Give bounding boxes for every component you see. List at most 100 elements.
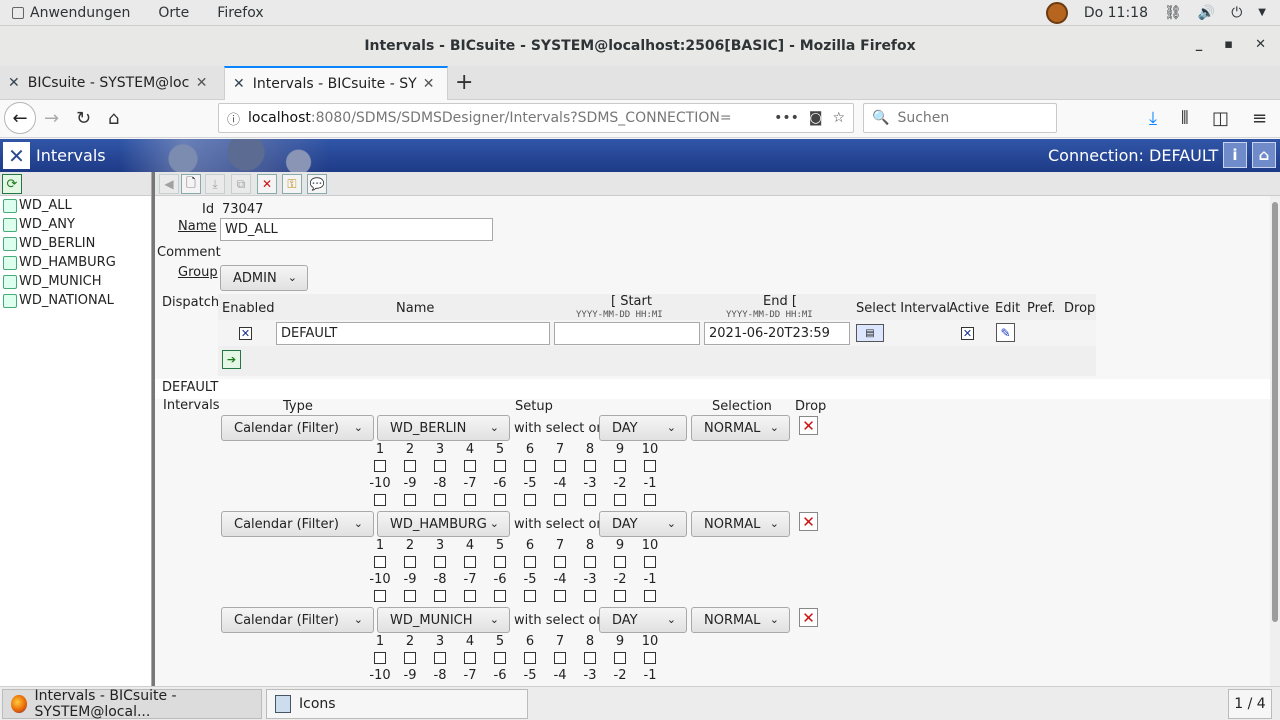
workspace-pager[interactable]: 1 / 4	[1228, 689, 1272, 719]
minimize-button[interactable]: _	[1196, 37, 1203, 52]
negative-position-checkbox[interactable]	[584, 590, 596, 602]
drop-interval-button[interactable]: ✕	[799, 512, 818, 531]
negative-position-checkbox[interactable]	[614, 590, 626, 602]
tree-item[interactable]: WD_MUNICH	[0, 272, 151, 291]
clock[interactable]: Do 11:18	[1084, 5, 1148, 21]
scrollbar-thumb[interactable]	[1272, 202, 1278, 622]
group-select[interactable]: ADMIN ⌄	[220, 265, 308, 291]
tree-item[interactable]: WD_BERLIN	[0, 234, 151, 253]
position-checkbox[interactable]	[374, 556, 386, 568]
position-checkbox[interactable]	[524, 556, 536, 568]
search-input[interactable]: 🔍 Suchen	[863, 103, 1057, 133]
position-checkbox[interactable]	[584, 460, 596, 472]
dispatch-name-field[interactable]: DEFAULT	[276, 322, 550, 345]
position-checkbox[interactable]	[374, 652, 386, 664]
back-button[interactable]: ←	[4, 102, 36, 134]
negative-position-checkbox[interactable]	[614, 494, 626, 506]
info-button[interactable]: i	[1223, 142, 1247, 168]
tree-item[interactable]: WD_ANY	[0, 215, 151, 234]
interval-unit-select[interactable]: DAY ⌄	[599, 415, 687, 441]
negative-position-checkbox[interactable]	[434, 590, 446, 602]
grant-button[interactable]: ⚿	[282, 174, 302, 194]
back-nav-button[interactable]: ◀	[159, 174, 179, 194]
places-menu[interactable]: Orte	[144, 5, 203, 21]
weather-icon[interactable]	[1045, 1, 1068, 24]
reload-button[interactable]: ↻	[76, 108, 91, 129]
position-checkbox[interactable]	[434, 652, 446, 664]
interval-selection-select[interactable]: NORMAL ⌄	[691, 607, 790, 633]
position-checkbox[interactable]	[614, 460, 626, 472]
position-checkbox[interactable]	[494, 556, 506, 568]
tree-item[interactable]: WD_ALL	[0, 196, 151, 215]
task-firefox[interactable]: Intervals - BICsuite - SYSTEM@local...	[2, 688, 262, 720]
drop-interval-button[interactable]: ✕	[799, 608, 818, 627]
negative-position-checkbox[interactable]	[644, 590, 656, 602]
position-checkbox[interactable]	[614, 556, 626, 568]
close-window-button[interactable]: ✕	[1255, 37, 1266, 52]
tab-intervals[interactable]: ✕ Intervals - BICsuite - SYSTEM@localhos…	[224, 66, 448, 100]
drop-interval-button[interactable]: ✕	[799, 416, 818, 435]
interval-type-select[interactable]: Calendar (Filter) ⌄	[221, 415, 374, 441]
position-checkbox[interactable]	[644, 460, 656, 472]
position-checkbox[interactable]	[404, 460, 416, 472]
negative-position-checkbox[interactable]	[494, 590, 506, 602]
position-checkbox[interactable]	[644, 652, 656, 664]
negative-position-checkbox[interactable]	[464, 590, 476, 602]
interval-type-select[interactable]: Calendar (Filter) ⌄	[221, 511, 374, 537]
edit-button[interactable]: ✎	[996, 323, 1015, 342]
position-checkbox[interactable]	[434, 460, 446, 472]
new-button[interactable]: 🗋	[181, 174, 201, 194]
dispatch-end-field[interactable]: 2021-06-20T23:59	[704, 322, 850, 345]
volume-icon[interactable]: 🔊	[1198, 5, 1215, 21]
position-checkbox[interactable]	[554, 652, 566, 664]
position-checkbox[interactable]	[464, 460, 476, 472]
pocket-icon[interactable]: ◙	[809, 110, 823, 126]
negative-position-checkbox[interactable]	[404, 494, 416, 506]
negative-position-checkbox[interactable]	[524, 590, 536, 602]
vertical-scrollbar[interactable]	[1270, 196, 1280, 686]
tab-close-icon[interactable]: ✕	[196, 75, 208, 91]
interval-selection-select[interactable]: NORMAL ⌄	[691, 415, 790, 441]
add-dispatch-button[interactable]: ➔	[222, 350, 241, 369]
interval-selection-select[interactable]: NORMAL ⌄	[691, 511, 790, 537]
tab-bicsuite[interactable]: ✕ BICsuite - SYSTEM@localhost ✕	[0, 66, 222, 100]
position-checkbox[interactable]	[374, 460, 386, 472]
negative-position-checkbox[interactable]	[464, 494, 476, 506]
position-checkbox[interactable]	[584, 652, 596, 664]
library-icon[interactable]: ⫴	[1181, 108, 1189, 129]
interval-type-select[interactable]: Calendar (Filter) ⌄	[221, 607, 374, 633]
tree-item[interactable]: WD_HAMBURG	[0, 253, 151, 272]
negative-position-checkbox[interactable]	[584, 494, 596, 506]
applications-menu[interactable]: Anwendungen	[0, 5, 144, 21]
position-checkbox[interactable]	[404, 652, 416, 664]
position-checkbox[interactable]	[434, 556, 446, 568]
interval-setup-select[interactable]: WD_HAMBURG ⌄	[377, 511, 510, 537]
tab-close-icon[interactable]: ✕	[423, 76, 435, 92]
firefox-menu[interactable]: Firefox	[203, 5, 277, 21]
home-button[interactable]: ⌂	[108, 108, 119, 129]
bookmark-star-icon[interactable]: ☆	[832, 110, 845, 126]
negative-position-checkbox[interactable]	[374, 494, 386, 506]
position-checkbox[interactable]	[404, 556, 416, 568]
negative-position-checkbox[interactable]	[524, 494, 536, 506]
enabled-checkbox[interactable]: ✕	[239, 327, 252, 340]
comment-button[interactable]: 💬	[307, 174, 327, 194]
refresh-button[interactable]: ⟳	[2, 174, 22, 194]
position-checkbox[interactable]	[584, 556, 596, 568]
dispatch-start-field[interactable]	[554, 322, 700, 345]
tree-item[interactable]: WD_NATIONAL	[0, 291, 151, 310]
name-field[interactable]: WD_ALL	[220, 218, 493, 241]
position-checkbox[interactable]	[494, 460, 506, 472]
home-app-button[interactable]: ⌂	[1252, 142, 1276, 168]
position-checkbox[interactable]	[614, 652, 626, 664]
sidebar-icon[interactable]: ◫	[1212, 108, 1229, 129]
system-menu-arrow-icon[interactable]: ▼	[1258, 7, 1266, 18]
position-checkbox[interactable]	[554, 460, 566, 472]
downloads-icon[interactable]: ⤓	[1149, 108, 1157, 129]
page-actions-icon[interactable]: •••	[774, 110, 799, 126]
position-checkbox[interactable]	[494, 652, 506, 664]
select-interval-button[interactable]: ▤	[856, 324, 884, 342]
negative-position-checkbox[interactable]	[434, 494, 446, 506]
new-tab-button[interactable]: +	[455, 70, 473, 95]
interval-setup-select[interactable]: WD_MUNICH ⌄	[377, 607, 510, 633]
